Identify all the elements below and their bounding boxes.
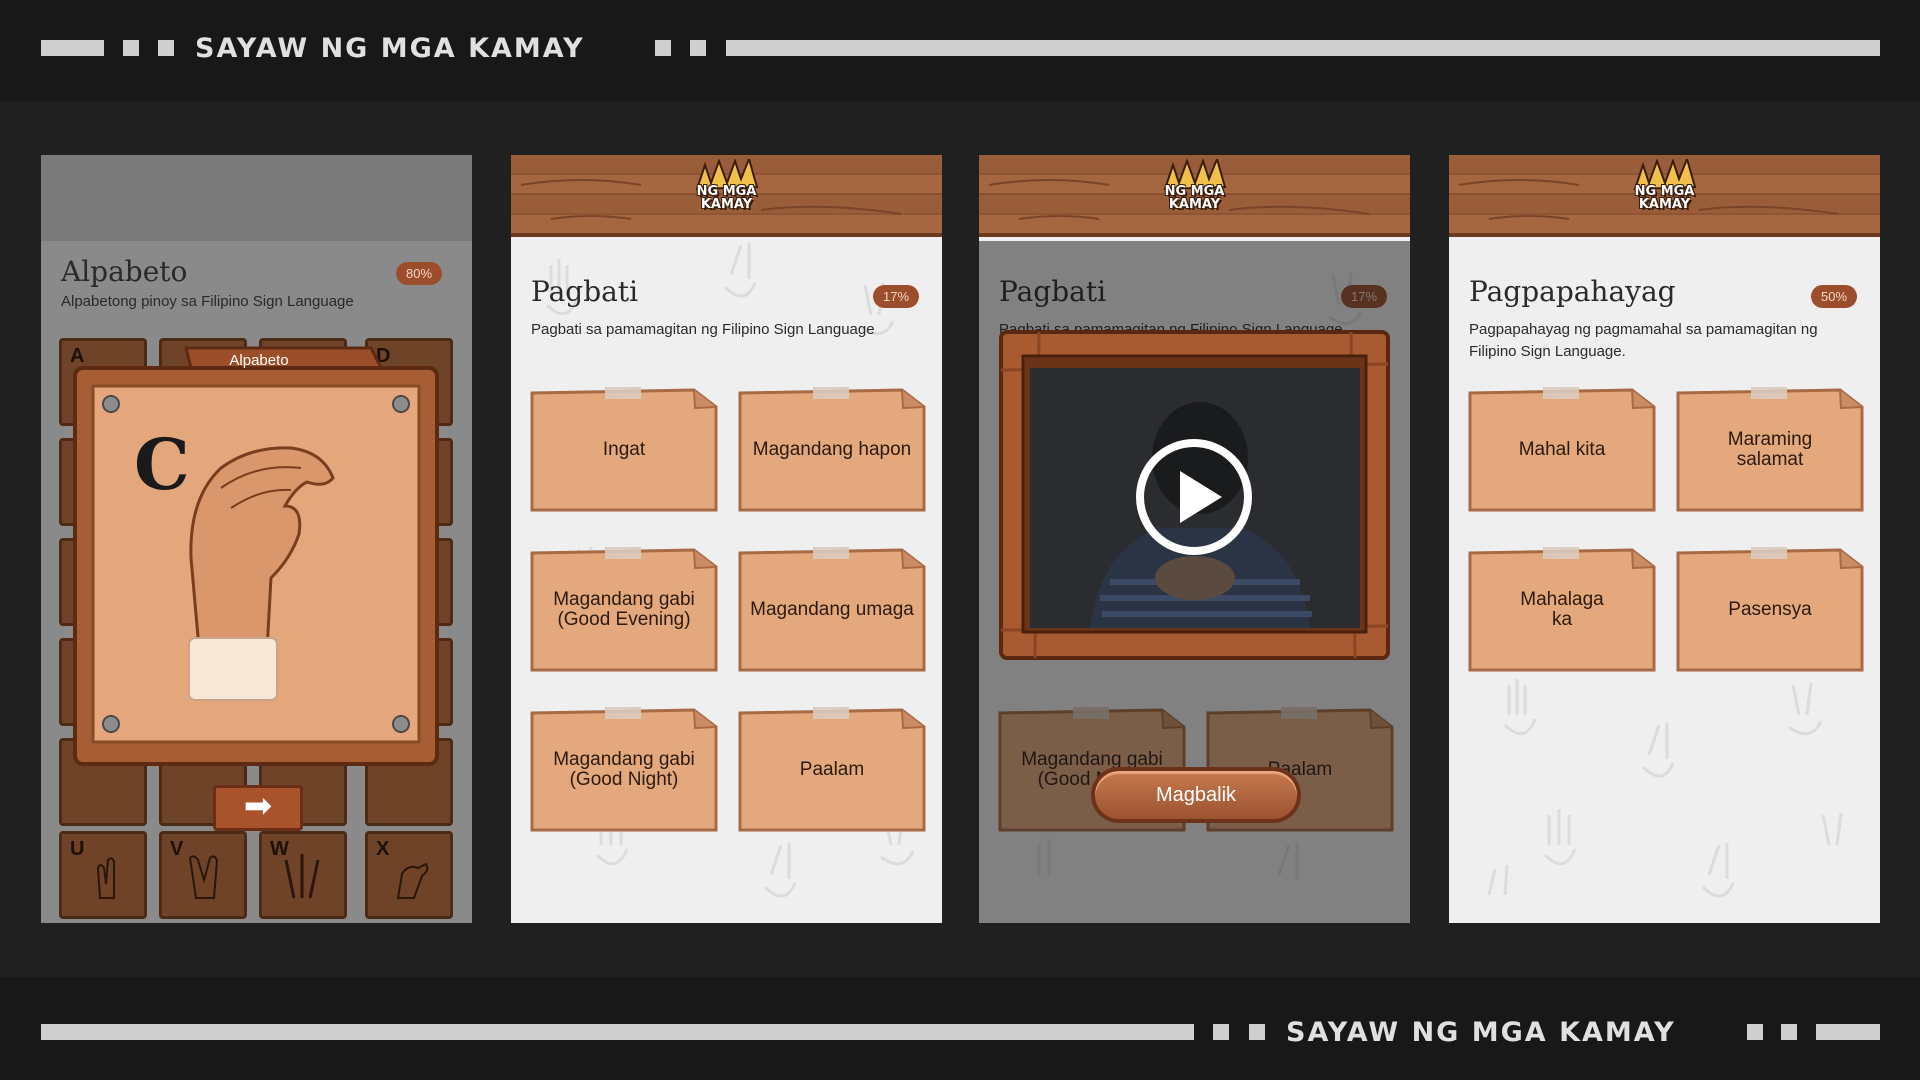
page-subtitle: Pagbati sa pamamagitan ng Filipino Sign … bbox=[531, 321, 875, 338]
page-title: Pagbati bbox=[531, 275, 639, 308]
top-banner: SAYAW NG MGA KAMAY bbox=[0, 0, 1920, 101]
screen-pagbati: NG MGA KAMAY Pagbati Pagbati sa pamamagit… bbox=[511, 155, 942, 923]
banner-square bbox=[1781, 1024, 1797, 1040]
progress-badge: 17% bbox=[873, 285, 920, 308]
app-logo: NG MGA KAMAY bbox=[677, 159, 777, 227]
banner-strip bbox=[41, 1024, 1194, 1040]
alphabet-tile[interactable]: W bbox=[259, 831, 347, 919]
banner-square bbox=[1213, 1024, 1229, 1040]
next-letter-button[interactable]: ➡ bbox=[213, 785, 303, 831]
tile-letter: V bbox=[170, 838, 184, 860]
lesson-card[interactable]: Magandang umaga bbox=[737, 547, 927, 673]
app-header: NG MGA KAMAY bbox=[979, 155, 1410, 237]
brand-title: SAYAW NG MGA KAMAY bbox=[195, 33, 585, 64]
card-label: Magandang gabi (Good Evening) bbox=[553, 589, 695, 630]
lesson-card[interactable]: Magandang gabi (Good Night) bbox=[529, 707, 719, 833]
page-subtitle: Pagpapahayag ng pagmamahal sa pamamagita… bbox=[1469, 321, 1818, 360]
lesson-card[interactable]: Magandang hapon bbox=[737, 387, 927, 513]
lesson-card[interactable]: Mahal kita bbox=[1467, 387, 1657, 513]
lesson-card[interactable]: Ingat bbox=[529, 387, 719, 513]
banner-square bbox=[1249, 1024, 1265, 1040]
card-label: Paalam bbox=[799, 759, 865, 780]
page-title: Pagpapahayag bbox=[1469, 275, 1676, 308]
card-label: Ingat bbox=[602, 439, 646, 460]
lesson-card[interactable]: Magandang gabi (Good Evening) bbox=[529, 547, 719, 673]
tile-letter: X bbox=[376, 838, 390, 860]
card-label: Magandang gabi (Good Night) bbox=[553, 749, 695, 790]
alphabet-tile[interactable]: U bbox=[59, 831, 147, 919]
letter-popup-board bbox=[73, 346, 439, 766]
banner-square bbox=[123, 40, 139, 56]
page-title: Alpabeto bbox=[61, 255, 188, 288]
lesson-card[interactable]: Mahalaga ka bbox=[1467, 547, 1657, 673]
banner-square bbox=[655, 40, 671, 56]
app-logo: NG MGA KAMAY bbox=[1615, 159, 1715, 227]
alphabet-tile[interactable]: X bbox=[365, 831, 453, 919]
app-header: NG MGA KAMAY bbox=[1449, 155, 1880, 237]
hand-pattern-background bbox=[1487, 679, 1843, 898]
back-button[interactable]: Magbalik bbox=[1091, 767, 1301, 823]
card-label: Magandang umaga bbox=[750, 599, 914, 620]
alphabet-tile[interactable]: V bbox=[159, 831, 247, 919]
banner-square bbox=[690, 40, 706, 56]
bottom-banner: SAYAW NG MGA KAMAY bbox=[0, 977, 1920, 1080]
page-subtitle: Alpabetong pinoy sa Filipino Sign Langua… bbox=[61, 293, 354, 310]
brand-title: SAYAW NG MGA KAMAY bbox=[1286, 1017, 1676, 1048]
banner-strip bbox=[41, 40, 104, 56]
card-label: Pasensya bbox=[1728, 599, 1812, 620]
app-header: NG MGA KAMAY bbox=[511, 155, 942, 237]
banner-strip bbox=[1816, 1024, 1880, 1040]
screen-alpabeto: Alpabeto Alpabetong pinoy sa Filipino Si… bbox=[41, 155, 472, 923]
card-label: Mahalaga ka bbox=[1520, 589, 1604, 630]
logo-line2: KAMAY bbox=[700, 197, 753, 212]
lesson-card[interactable]: Paalam bbox=[737, 707, 927, 833]
progress-badge: 50% bbox=[1811, 285, 1858, 308]
lesson-card[interactable]: Maraming salamat bbox=[1675, 387, 1865, 513]
app-logo: NG MGA KAMAY bbox=[1145, 159, 1245, 227]
progress-badge: 80% bbox=[396, 262, 443, 285]
banner-square bbox=[1747, 1024, 1763, 1040]
card-label: Magandang hapon bbox=[752, 439, 912, 460]
card-label: Mahal kita bbox=[1518, 439, 1606, 460]
play-icon[interactable] bbox=[1134, 437, 1254, 557]
lesson-card[interactable]: Pasensya bbox=[1675, 547, 1865, 673]
tile-letter: W bbox=[270, 838, 289, 860]
card-label: Maraming salamat bbox=[1727, 429, 1813, 470]
screen-pagbati-video: NG MGAKAMAY Pagbati Pagbati sa pamamagit… bbox=[979, 155, 1410, 923]
tile-letter: U bbox=[70, 838, 85, 860]
current-letter: C bbox=[134, 423, 190, 506]
banner-square bbox=[158, 40, 174, 56]
arrow-right-icon: ➡ bbox=[243, 787, 273, 825]
popup-tab-label: Alpabeto bbox=[229, 351, 289, 369]
logo-line2: KAMAY bbox=[1638, 197, 1691, 212]
banner-strip bbox=[726, 40, 1880, 56]
screen-pagpapahayag: NG MGA KAMAY Pagpapahayag Pagpapahayag ng… bbox=[1449, 155, 1880, 923]
logo-line2: KAMAY bbox=[1168, 197, 1221, 212]
